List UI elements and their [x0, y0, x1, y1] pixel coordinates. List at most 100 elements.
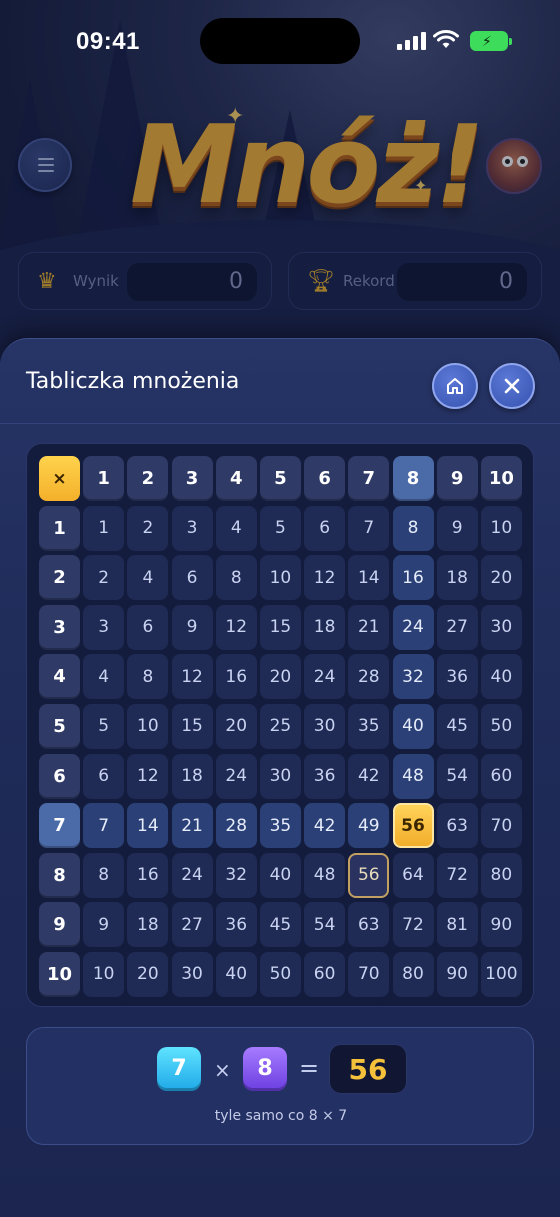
product-cell[interactable]: 4 [127, 555, 169, 601]
product-cell[interactable]: 10 [259, 555, 301, 601]
product-cell[interactable]: 54 [304, 902, 346, 948]
row-header[interactable]: 4 [39, 654, 80, 700]
product-cell[interactable]: 40 [259, 852, 301, 898]
product-cell[interactable]: 21 [171, 803, 213, 849]
product-cell[interactable]: 28 [348, 654, 390, 700]
product-cell[interactable]: 40 [480, 654, 522, 700]
product-cell[interactable]: 6 [304, 505, 346, 551]
product-cell[interactable]: 16 [127, 852, 169, 898]
product-cell[interactable]: 30 [259, 753, 301, 799]
product-cell[interactable]: 18 [304, 604, 346, 650]
product-cell[interactable]: 16 [215, 654, 257, 700]
product-cell[interactable]: 5 [83, 703, 125, 749]
product-cell[interactable]: 60 [480, 753, 522, 799]
product-cell[interactable]: 30 [304, 703, 346, 749]
column-header[interactable]: 7 [348, 456, 390, 501]
product-cell[interactable]: 6 [171, 555, 213, 601]
product-cell[interactable]: 40 [215, 951, 257, 997]
product-cell[interactable]: 25 [259, 703, 301, 749]
product-cell[interactable]: 80 [392, 951, 434, 997]
product-cell[interactable]: 3 [171, 505, 213, 551]
product-cell[interactable]: 36 [436, 654, 478, 700]
product-cell[interactable]: 45 [259, 902, 301, 948]
product-cell[interactable]: 4 [83, 654, 125, 700]
product-cell[interactable]: 50 [480, 703, 522, 749]
product-cell[interactable]: 36 [304, 753, 346, 799]
product-cell[interactable]: 90 [480, 902, 522, 948]
row-header[interactable]: 1 [39, 505, 80, 551]
product-cell[interactable]: 42 [304, 803, 346, 849]
product-cell[interactable]: 72 [392, 902, 434, 948]
product-cell[interactable]: 54 [436, 753, 478, 799]
product-cell[interactable]: 30 [480, 604, 522, 650]
product-cell[interactable]: 20 [480, 555, 522, 601]
row-header[interactable]: 8 [39, 852, 80, 898]
product-cell[interactable]: 50 [259, 951, 301, 997]
product-cell[interactable]: 18 [171, 753, 213, 799]
product-cell[interactable]: 28 [215, 803, 257, 849]
product-cell[interactable]: 24 [392, 604, 434, 650]
product-cell[interactable]: 100 [480, 951, 522, 997]
product-cell[interactable]: 4 [215, 505, 257, 551]
product-cell[interactable]: 60 [304, 951, 346, 997]
column-header[interactable]: 6 [304, 456, 346, 501]
answer-cell[interactable]: 56 [392, 803, 434, 849]
column-header[interactable]: 5 [259, 456, 301, 501]
column-header[interactable]: 1 [83, 456, 125, 501]
column-header[interactable]: 10 [480, 456, 522, 501]
product-cell[interactable]: 35 [259, 803, 301, 849]
column-header[interactable]: 4 [215, 456, 257, 501]
product-cell[interactable]: 7 [348, 505, 390, 551]
column-header[interactable]: 2 [127, 456, 169, 501]
product-cell[interactable]: 12 [171, 654, 213, 700]
product-cell[interactable]: 6 [127, 604, 169, 650]
product-cell[interactable]: 32 [392, 654, 434, 700]
product-cell[interactable]: 3 [83, 604, 125, 650]
product-cell[interactable]: 36 [215, 902, 257, 948]
product-cell[interactable]: 27 [171, 902, 213, 948]
column-header[interactable]: 3 [171, 456, 213, 501]
product-cell[interactable]: 48 [392, 753, 434, 799]
product-cell[interactable]: 63 [436, 803, 478, 849]
row-header[interactable]: 3 [39, 604, 80, 650]
product-cell[interactable]: 10 [83, 951, 125, 997]
product-cell[interactable]: 40 [392, 703, 434, 749]
product-cell[interactable]: 90 [436, 951, 478, 997]
product-cell[interactable]: 12 [215, 604, 257, 650]
product-cell[interactable]: 12 [304, 555, 346, 601]
product-cell[interactable]: 24 [304, 654, 346, 700]
row-header[interactable]: 7 [39, 803, 80, 849]
product-cell[interactable]: 8 [392, 505, 434, 551]
product-cell[interactable]: 20 [215, 703, 257, 749]
product-cell[interactable]: 21 [348, 604, 390, 650]
product-cell[interactable]: 14 [127, 803, 169, 849]
product-cell[interactable]: 7 [83, 803, 125, 849]
product-cell[interactable]: 32 [215, 852, 257, 898]
product-cell[interactable]: 24 [215, 753, 257, 799]
product-cell[interactable]: 64 [392, 852, 434, 898]
product-cell[interactable]: 15 [259, 604, 301, 650]
product-cell[interactable]: 8 [127, 654, 169, 700]
row-header[interactable]: 6 [39, 753, 80, 799]
row-header[interactable]: 5 [39, 703, 80, 749]
product-cell[interactable]: 6 [83, 753, 125, 799]
home-button[interactable] [432, 363, 478, 409]
product-cell[interactable]: 80 [480, 852, 522, 898]
row-header[interactable]: 9 [39, 902, 80, 948]
product-cell[interactable]: 45 [436, 703, 478, 749]
mirror-cell[interactable]: 56 [348, 852, 390, 898]
column-header[interactable]: 8 [392, 456, 434, 501]
product-cell[interactable]: 49 [348, 803, 390, 849]
product-cell[interactable]: 20 [127, 951, 169, 997]
product-cell[interactable]: 8 [83, 852, 125, 898]
product-cell[interactable]: 2 [127, 505, 169, 551]
row-header[interactable]: 10 [39, 951, 80, 997]
product-cell[interactable]: 12 [127, 753, 169, 799]
product-cell[interactable]: 30 [171, 951, 213, 997]
product-cell[interactable]: 10 [127, 703, 169, 749]
product-cell[interactable]: 48 [304, 852, 346, 898]
column-header[interactable]: 9 [436, 456, 478, 501]
product-cell[interactable]: 81 [436, 902, 478, 948]
product-cell[interactable]: 15 [171, 703, 213, 749]
product-cell[interactable]: 10 [480, 505, 522, 551]
